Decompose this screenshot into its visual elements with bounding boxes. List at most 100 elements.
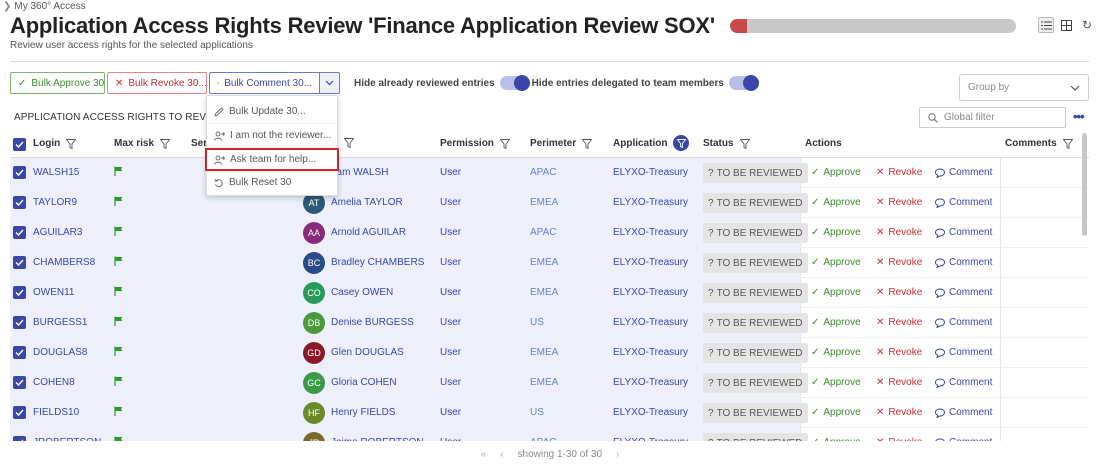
table-row[interactable]: BURGESS1 DB Denise BURGESS User US ELYXO… (10, 308, 1089, 338)
menu-item-not-reviewer[interactable]: I am not the reviewer... (207, 124, 339, 147)
permission-cell[interactable]: User (440, 347, 461, 358)
revoke-button[interactable]: ✕Revoke (876, 197, 922, 208)
first-page-icon[interactable]: « (481, 449, 487, 460)
comment-button[interactable]: Comment (935, 347, 992, 358)
column-header-permission[interactable]: Permission (440, 138, 510, 149)
revoke-button[interactable]: ✕Revoke (876, 227, 922, 238)
revoke-button[interactable]: ✕Revoke (876, 377, 922, 388)
group-by-select[interactable]: Group by (959, 74, 1089, 101)
view-toggle[interactable]: ↻ (1038, 17, 1092, 33)
comment-button[interactable]: Comment (935, 227, 992, 238)
comment-button[interactable]: Comment (935, 167, 992, 178)
login-cell[interactable]: FIELDS10 (33, 407, 79, 418)
login-cell[interactable]: WALSH15 (33, 167, 79, 178)
table-row[interactable]: CHAMBERS8 BC Bradley CHAMBERS User EMEA … (10, 248, 1089, 278)
hide-reviewed-toggle[interactable] (499, 75, 530, 91)
row-checkbox[interactable] (13, 256, 26, 269)
more-options-icon[interactable]: ••• (1073, 109, 1085, 124)
table-row[interactable]: TAYLOR9 AT Amelia TAYLOR User EMEA ELYXO… (10, 188, 1089, 218)
approve-button[interactable]: ✓Approve (811, 377, 861, 388)
identity-name-cell[interactable]: Denise BURGESS (331, 317, 414, 328)
bulk-actions-dropdown-toggle[interactable] (319, 72, 340, 94)
bulk-comment-button[interactable]: Bulk Comment 30... (209, 72, 320, 94)
column-header-application[interactable]: Application (613, 135, 690, 151)
perimeter-cell[interactable]: APAC (530, 227, 557, 238)
column-header-comments[interactable]: Comments (1005, 138, 1073, 149)
login-cell[interactable]: BURGESS1 (33, 317, 87, 328)
application-cell[interactable]: ELYXO-Treasury (613, 287, 688, 298)
table-row[interactable]: COHEN8 GC Gloria COHEN User EMEA ELYXO-T… (10, 368, 1089, 398)
perimeter-cell[interactable]: US (530, 407, 544, 418)
approve-button[interactable]: ✓Approve (811, 167, 861, 178)
identity-name-cell[interactable]: Amelia TAYLOR (331, 197, 403, 208)
identity-name-cell[interactable]: Glen DOUGLAS (331, 347, 404, 358)
application-cell[interactable]: ELYXO-Treasury (613, 437, 688, 441)
application-cell[interactable]: ELYXO-Treasury (613, 377, 688, 388)
global-filter-input[interactable]: Global filter (919, 107, 1066, 128)
row-checkbox[interactable] (13, 406, 26, 419)
perimeter-cell[interactable]: EMEA (530, 287, 558, 298)
column-header-login[interactable]: Login (33, 138, 77, 149)
filter-icon[interactable] (499, 138, 510, 149)
table-row[interactable]: WALSH15 dam WALSH User APAC ELYXO-Treasu… (10, 158, 1089, 188)
grid-view-icon[interactable] (1058, 17, 1074, 33)
approve-button[interactable]: ✓Approve (811, 197, 861, 208)
table-row[interactable]: AGUILAR3 AA Arnold AGUILAR User APAC ELY… (10, 218, 1089, 248)
row-checkbox[interactable] (13, 196, 26, 209)
perimeter-cell[interactable]: EMEA (530, 377, 558, 388)
comment-button[interactable]: Comment (935, 407, 992, 418)
revoke-button[interactable]: ✕Revoke (876, 317, 922, 328)
filter-icon[interactable] (66, 138, 77, 149)
row-checkbox[interactable] (13, 226, 26, 239)
revoke-button[interactable]: ✕Revoke (876, 407, 922, 418)
login-cell[interactable]: JROBERTSON (33, 437, 101, 441)
filter-icon[interactable] (739, 138, 750, 149)
table-row[interactable]: DOUGLAS8 GD Glen DOUGLAS User EMEA ELYXO… (10, 338, 1089, 368)
table-row[interactable]: OWEN11 CO Casey OWEN User EMEA ELYXO-Tre… (10, 278, 1089, 308)
login-cell[interactable]: DOUGLAS8 (33, 347, 87, 358)
breadcrumb[interactable]: ❯ My 360° Access (3, 1, 86, 12)
approve-button[interactable]: ✓Approve (811, 287, 861, 298)
row-checkbox[interactable] (13, 436, 26, 441)
revoke-button[interactable]: ✕Revoke (876, 287, 922, 298)
menu-item-bulk-reset[interactable]: Bulk Reset 30 (207, 171, 339, 194)
table-scrollbar[interactable] (1082, 133, 1087, 236)
approve-button[interactable]: ✓Approve (811, 227, 861, 238)
login-cell[interactable]: COHEN8 (33, 377, 75, 388)
permission-cell[interactable]: User (440, 377, 461, 388)
active-filter-icon[interactable] (673, 135, 690, 151)
column-header-name-filter[interactable] (344, 138, 354, 148)
identity-name-cell[interactable]: Jaime ROBERTSON (331, 437, 424, 441)
row-checkbox[interactable] (13, 316, 26, 329)
identity-name-cell[interactable]: Arnold AGUILAR (331, 227, 406, 238)
breadcrumb-item[interactable]: My 360° Access (14, 1, 85, 12)
comment-button[interactable]: Comment (935, 377, 992, 388)
perimeter-cell[interactable]: EMEA (530, 347, 558, 358)
application-cell[interactable]: ELYXO-Treasury (613, 257, 688, 268)
comment-button[interactable]: Comment (935, 257, 992, 268)
bulk-revoke-button[interactable]: ✕ Bulk Revoke 30... (107, 72, 207, 94)
approve-button[interactable]: ✓Approve (811, 407, 861, 418)
perimeter-cell[interactable]: EMEA (530, 197, 558, 208)
application-cell[interactable]: ELYXO-Treasury (613, 407, 688, 418)
approve-button[interactable]: ✓Approve (811, 317, 861, 328)
revoke-button[interactable]: ✕Revoke (876, 167, 922, 178)
select-all-checkbox[interactable] (13, 138, 26, 151)
permission-cell[interactable]: User (440, 227, 461, 238)
application-cell[interactable]: ELYXO-Treasury (613, 227, 688, 238)
comment-button[interactable]: Comment (935, 437, 992, 441)
table-row[interactable]: FIELDS10 HF Henry FIELDS User US ELYXO-T… (10, 398, 1089, 428)
application-cell[interactable]: ELYXO-Treasury (613, 167, 688, 178)
permission-cell[interactable]: User (440, 407, 461, 418)
login-cell[interactable]: OWEN11 (33, 287, 75, 298)
revoke-button[interactable]: ✕Revoke (876, 347, 922, 358)
login-cell[interactable]: AGUILAR3 (33, 227, 82, 238)
perimeter-cell[interactable]: APAC (530, 437, 557, 441)
menu-item-bulk-update[interactable]: Bulk Update 30... (207, 100, 339, 123)
row-checkbox[interactable] (13, 346, 26, 359)
application-cell[interactable]: ELYXO-Treasury (613, 197, 688, 208)
identity-name-cell[interactable]: Gloria COHEN (331, 377, 397, 388)
perimeter-cell[interactable]: US (530, 317, 544, 328)
login-cell[interactable]: CHAMBERS8 (33, 257, 95, 268)
login-cell[interactable]: TAYLOR9 (33, 197, 77, 208)
